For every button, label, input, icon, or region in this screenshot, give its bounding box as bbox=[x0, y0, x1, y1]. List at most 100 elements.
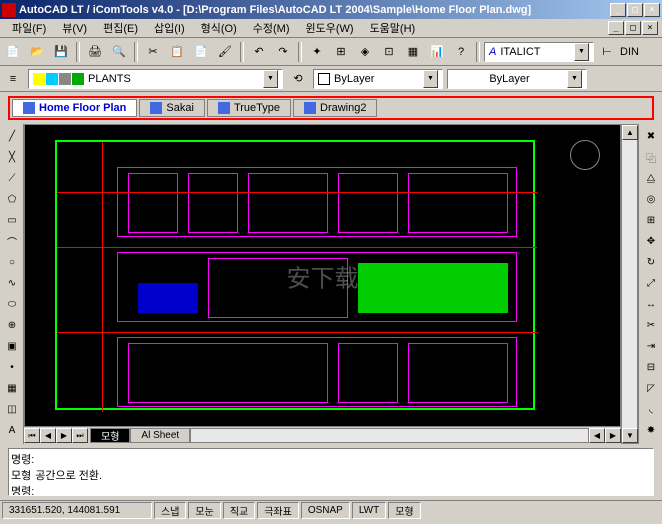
preview-icon[interactable]: 🔍 bbox=[108, 41, 130, 63]
chevron-down-icon[interactable]: ▼ bbox=[263, 70, 278, 88]
menu-view[interactable]: 뷰(V) bbox=[54, 18, 95, 38]
command-window[interactable]: 명령: 모형 공간으로 전환. 명령: bbox=[8, 448, 654, 496]
erase-icon[interactable]: ✖ bbox=[641, 126, 661, 146]
osnap-toggle[interactable]: OSNAP bbox=[301, 502, 350, 519]
spline-icon[interactable]: ∿ bbox=[2, 273, 22, 293]
menu-format[interactable]: 형식(O) bbox=[193, 18, 245, 38]
scale-icon[interactable]: ⤢ bbox=[641, 273, 661, 293]
break-icon[interactable]: ⊟ bbox=[641, 357, 661, 377]
rotate-icon[interactable]: ↻ bbox=[641, 252, 661, 272]
doc-tab-drawing2[interactable]: Drawing2 bbox=[293, 99, 377, 117]
doc-minimize-button[interactable]: _ bbox=[608, 21, 624, 35]
dim-icon[interactable]: ⊢ bbox=[596, 41, 618, 63]
print-icon[interactable]: 🖨 bbox=[84, 41, 106, 63]
tool2-icon[interactable]: ⊞ bbox=[330, 41, 352, 63]
scroll-left-button[interactable]: ◀ bbox=[589, 428, 605, 443]
model-toggle[interactable]: 모형 bbox=[388, 502, 420, 519]
color-dropdown[interactable]: ByLayer ▼ bbox=[313, 69, 443, 89]
arc-icon[interactable]: ⌒ bbox=[2, 231, 22, 251]
scroll-right-button[interactable]: ▶ bbox=[605, 428, 621, 443]
trim-icon[interactable]: ✂ bbox=[641, 315, 661, 335]
scroll-up-button[interactable]: ▲ bbox=[622, 125, 638, 140]
chamfer-icon[interactable]: ◸ bbox=[641, 378, 661, 398]
text-icon[interactable]: A bbox=[2, 420, 22, 440]
tool-icon[interactable]: ✦ bbox=[306, 41, 328, 63]
doc-tab-home-floor-plan[interactable]: Home Floor Plan bbox=[12, 99, 137, 117]
linetype-dropdown[interactable]: ByLayer ▼ bbox=[447, 69, 587, 89]
copy-icon[interactable]: 📋 bbox=[166, 41, 188, 63]
circle-icon[interactable]: ○ bbox=[2, 252, 22, 272]
layer-value: PLANTS bbox=[88, 73, 131, 85]
rectangle-icon[interactable]: ▭ bbox=[2, 210, 22, 230]
maximize-button[interactable]: □ bbox=[627, 3, 643, 17]
match-icon[interactable]: 🖌 bbox=[214, 41, 236, 63]
prev-tab-button[interactable]: ◀ bbox=[40, 428, 56, 443]
polygon-icon[interactable]: ⬠ bbox=[2, 189, 22, 209]
menu-window[interactable]: 윈도우(W) bbox=[297, 18, 361, 38]
xline-icon[interactable]: ╳ bbox=[2, 147, 22, 167]
font-dropdown[interactable]: A ITALICT ▼ bbox=[484, 42, 594, 62]
offset-icon[interactable]: ◎ bbox=[641, 189, 661, 209]
line-icon[interactable]: ╱ bbox=[2, 126, 22, 146]
block-icon[interactable]: ▣ bbox=[2, 336, 22, 356]
doc-tab-truetype[interactable]: TrueType bbox=[207, 99, 291, 117]
menu-edit[interactable]: 편집(E) bbox=[95, 18, 146, 38]
layer-manager-icon[interactable]: ≡ bbox=[2, 68, 24, 90]
lwt-toggle[interactable]: LWT bbox=[352, 502, 386, 519]
mirror-icon[interactable]: ⧋ bbox=[641, 168, 661, 188]
extend-icon[interactable]: ⇥ bbox=[641, 336, 661, 356]
next-tab-button[interactable]: ▶ bbox=[56, 428, 72, 443]
fillet-icon[interactable]: ◟ bbox=[641, 399, 661, 419]
chevron-down-icon[interactable]: ▼ bbox=[423, 70, 438, 88]
open-icon[interactable]: 📂 bbox=[26, 41, 48, 63]
doc-tab-sakai[interactable]: Sakai bbox=[139, 99, 205, 117]
point-icon[interactable]: • bbox=[2, 357, 22, 377]
horizontal-scrollbar[interactable] bbox=[190, 428, 589, 443]
undo-icon[interactable]: ↶ bbox=[248, 41, 270, 63]
chevron-down-icon[interactable]: ▼ bbox=[574, 43, 589, 61]
sheet-tab[interactable]: Al Sheet bbox=[130, 428, 190, 443]
copy-object-icon[interactable]: ⿻ bbox=[641, 147, 661, 167]
scroll-down-button[interactable]: ▼ bbox=[622, 428, 638, 443]
document-tabs: Home Floor Plan Sakai TrueType Drawing2 bbox=[8, 96, 654, 120]
explode-icon[interactable]: ✸ bbox=[641, 420, 661, 440]
redo-icon[interactable]: ↷ bbox=[272, 41, 294, 63]
tool6-icon[interactable]: 📊 bbox=[426, 41, 448, 63]
grid-toggle[interactable]: 모눈 bbox=[188, 502, 220, 519]
tool5-icon[interactable]: ▦ bbox=[402, 41, 424, 63]
tool4-icon[interactable]: ⊡ bbox=[378, 41, 400, 63]
menu-file[interactable]: 파일(F) bbox=[4, 18, 54, 38]
stretch-icon[interactable]: ↔ bbox=[641, 294, 661, 314]
polar-toggle[interactable]: 극좌표 bbox=[257, 502, 299, 519]
last-tab-button[interactable]: ⏭ bbox=[72, 428, 88, 443]
menu-help[interactable]: 도움말(H) bbox=[362, 18, 424, 38]
ellipse-icon[interactable]: ⬭ bbox=[2, 294, 22, 314]
menu-modify[interactable]: 수정(M) bbox=[245, 18, 298, 38]
layer-dropdown[interactable]: PLANTS ▼ bbox=[28, 69, 283, 89]
paste-icon[interactable]: 📄 bbox=[190, 41, 212, 63]
first-tab-button[interactable]: ⏮ bbox=[24, 428, 40, 443]
new-icon[interactable]: 📄 bbox=[2, 41, 24, 63]
menu-insert[interactable]: 삽입(I) bbox=[146, 18, 193, 38]
cut-icon[interactable]: ✂ bbox=[142, 41, 164, 63]
minimize-button[interactable]: _ bbox=[610, 3, 626, 17]
model-tab[interactable]: 모형 bbox=[90, 428, 130, 443]
hatch-icon[interactable]: ▦ bbox=[2, 378, 22, 398]
polyline-icon[interactable]: ⟋ bbox=[2, 168, 22, 188]
drawing-canvas[interactable]: 安下载 bbox=[24, 124, 621, 427]
save-icon[interactable]: 💾 bbox=[50, 41, 72, 63]
doc-maximize-button[interactable]: □ bbox=[625, 21, 641, 35]
region-icon[interactable]: ◫ bbox=[2, 399, 22, 419]
insert-icon[interactable]: ⊕ bbox=[2, 315, 22, 335]
array-icon[interactable]: ⊞ bbox=[641, 210, 661, 230]
snap-toggle[interactable]: 스냅 bbox=[154, 502, 186, 519]
move-icon[interactable]: ✥ bbox=[641, 231, 661, 251]
vertical-scrollbar[interactable]: ▲ ▼ bbox=[621, 124, 638, 444]
chevron-down-icon[interactable]: ▼ bbox=[567, 70, 582, 88]
tool3-icon[interactable]: ◈ bbox=[354, 41, 376, 63]
ortho-toggle[interactable]: 직교 bbox=[223, 502, 255, 519]
close-button[interactable]: × bbox=[644, 3, 660, 17]
help-icon[interactable]: ? bbox=[450, 41, 472, 63]
layer-prev-icon[interactable]: ⟲ bbox=[287, 68, 309, 90]
doc-close-button[interactable]: × bbox=[642, 21, 658, 35]
